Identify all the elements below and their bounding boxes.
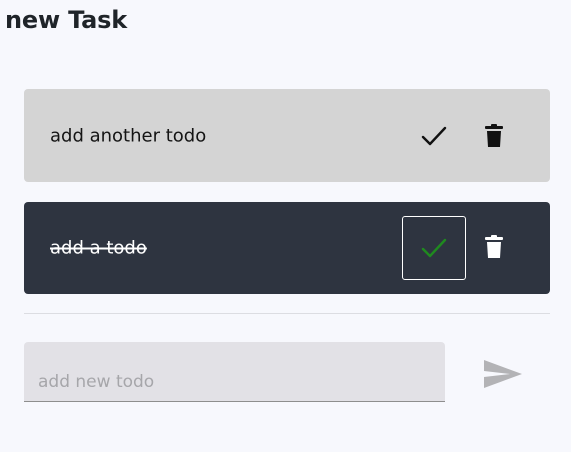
todo-item-completed: add a todo <box>24 202 550 294</box>
send-icon <box>484 360 522 388</box>
trash-icon <box>485 235 503 258</box>
trash-icon <box>485 124 503 147</box>
delete-todo-button[interactable] <box>480 122 508 150</box>
page-title: new Task <box>5 6 128 34</box>
check-icon <box>421 126 447 146</box>
delete-todo-button[interactable] <box>480 233 508 261</box>
divider <box>24 313 550 314</box>
complete-todo-button[interactable] <box>402 216 466 280</box>
todo-item-active: add another todo <box>24 89 550 182</box>
todo-text: add another todo <box>50 125 207 146</box>
check-icon <box>421 238 447 258</box>
new-todo-field <box>24 342 445 402</box>
complete-todo-button[interactable] <box>413 120 455 152</box>
todo-text: add a todo <box>50 237 147 259</box>
send-button[interactable] <box>480 354 526 394</box>
new-todo-input[interactable] <box>38 368 428 396</box>
